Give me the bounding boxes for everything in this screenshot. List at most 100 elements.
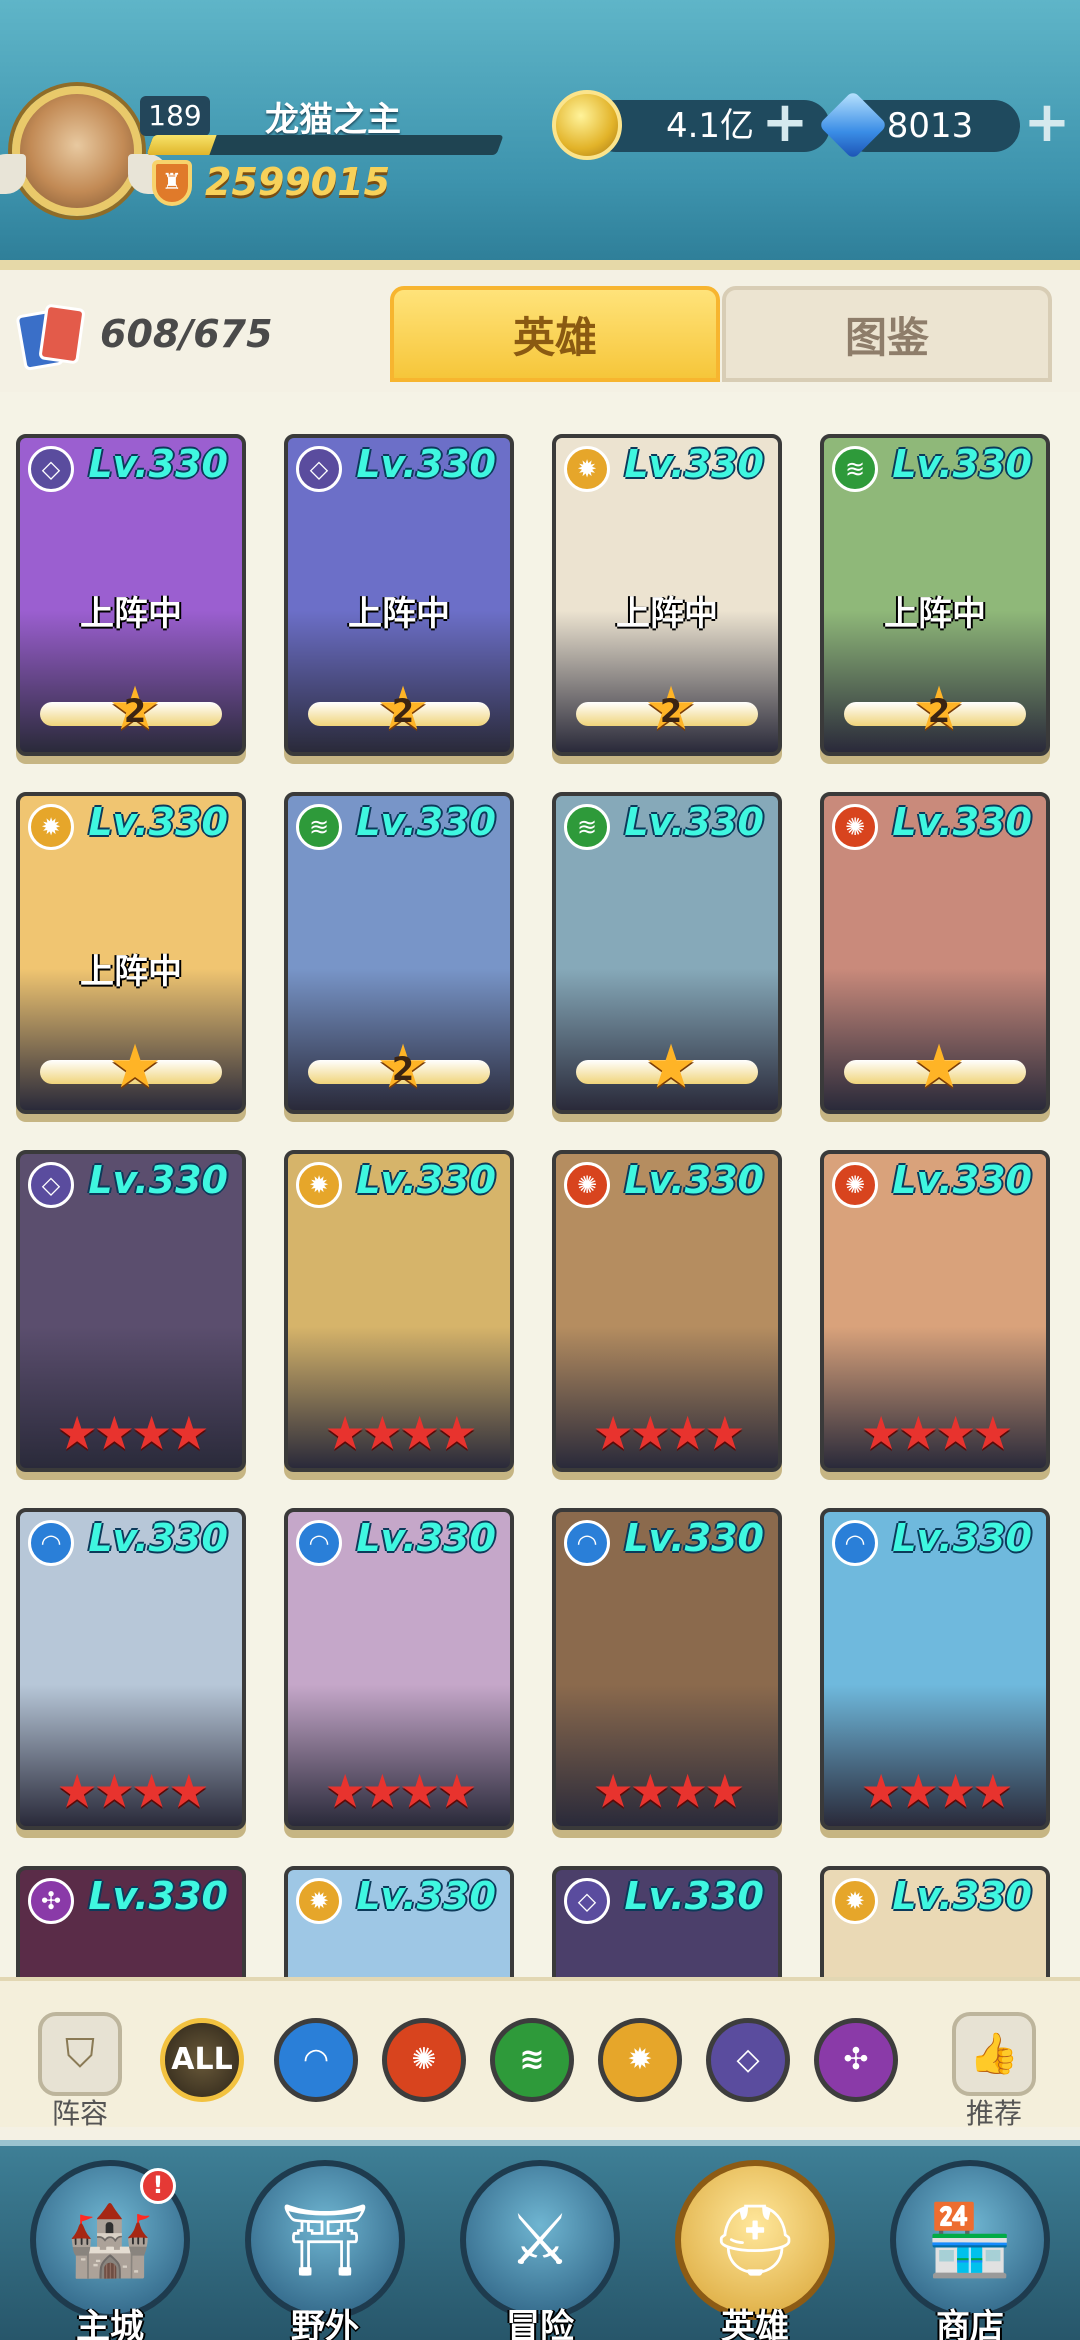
hero-level: Lv.330 (892, 1158, 1032, 1202)
star-rating: ★★★★ (56, 1764, 210, 1818)
star-rating: ★★★★ (324, 1406, 478, 1460)
hero-card[interactable]: ✺ Lv.330 ★★★★ (820, 1150, 1050, 1472)
element-icon: ✺ (832, 804, 878, 850)
hero-level: Lv.330 (892, 1516, 1032, 1560)
tab-codex[interactable]: 图鉴 (722, 286, 1052, 382)
nav-shop[interactable]: 🏪 商店 (890, 2160, 1050, 2340)
hero-level: Lv.330 (892, 1874, 1032, 1918)
nav-adventure[interactable]: ⚔ 冒险 (460, 2160, 620, 2340)
hero-card[interactable]: ✹ Lv.330 上阵中 ★ 2 (552, 434, 782, 756)
deployed-status: 上阵中 (80, 952, 182, 992)
filter-wind-button[interactable]: ≋ (490, 2018, 574, 2102)
player-avatar[interactable] (0, 86, 168, 216)
hero-card[interactable]: ◇ Lv.330 (552, 1866, 782, 1977)
hero-card[interactable]: ◇ Lv.330 ★★★★ (16, 1150, 246, 1472)
rank-number: 2 (927, 692, 951, 730)
element-icon: ◇ (28, 446, 74, 492)
rank-badge: ★ 2 (288, 1037, 510, 1098)
hero-card[interactable]: ◠ Lv.330 ★★★★ (16, 1508, 246, 1830)
rank-badge: ★ 2 (556, 679, 778, 740)
hero-level: Lv.330 (356, 1158, 496, 1202)
star-icon: ★ (912, 1032, 966, 1102)
element-icon: ◇ (296, 446, 342, 492)
deployed-status: 上阵中 (80, 594, 182, 634)
element-icon: ✹ (564, 446, 610, 492)
nav-main-city-label: 主城 (76, 2307, 144, 2340)
hero-card[interactable]: ✹ Lv.330 (284, 1866, 514, 1977)
hero-grid: ◇ Lv.330 上阵中 ★ 2 ◇ Lv.330 上阵中 ★ 2 ✹ Lv.330 上阵中 ★ 2 ≋ Lv.… (0, 392, 1080, 1977)
tab-heroes[interactable]: 英雄 (390, 286, 720, 382)
shop-icon: 🏪 (890, 2160, 1050, 2320)
power-shield-icon: ♜ (152, 160, 192, 206)
hero-card[interactable]: ✣ Lv.330 (16, 1866, 246, 1977)
element-icon: ✺ (832, 1162, 878, 1208)
filter-water-button[interactable]: ◠ (274, 2018, 358, 2102)
element-icon: ✹ (28, 804, 74, 850)
sword-icon: ⚔ (460, 2160, 620, 2320)
hero-level: Lv.330 (88, 442, 228, 486)
hero-card[interactable]: ◠ Lv.330 ★★★★ (552, 1508, 782, 1830)
alert-badge: ! (140, 2168, 176, 2204)
star-rating: ★★★★ (324, 1764, 478, 1818)
filter-void-button[interactable]: ✣ (814, 2018, 898, 2102)
hero-level: Lv.330 (624, 1158, 764, 1202)
element-icon: ≋ (832, 446, 878, 492)
hero-card[interactable]: ✹ Lv.330 ★★★★ (284, 1150, 514, 1472)
hero-card[interactable]: ✺ Lv.330 ★★★★ (552, 1150, 782, 1472)
element-icon: ◠ (296, 1520, 342, 1566)
player-name: 龙猫之主 (265, 100, 401, 140)
nav-heroes-label: 英雄 (721, 2307, 789, 2340)
hero-card[interactable]: ◇ Lv.330 上阵中 ★ 2 (284, 434, 514, 756)
rank-number: 2 (391, 692, 415, 730)
filter-dark-button[interactable]: ◇ (706, 2018, 790, 2102)
lineup-label: 阵容 (51, 2097, 108, 2130)
hero-card[interactable]: ✹ Lv.330 上阵中 ★ (16, 792, 246, 1114)
filter-fire-button[interactable]: ✺ (382, 2018, 466, 2102)
hero-level: Lv.330 (892, 800, 1032, 844)
nav-wild[interactable]: ⛩ 野外 (245, 2160, 405, 2340)
hero-level: Lv.330 (624, 1874, 764, 1918)
portal-icon: ⛩ (245, 2160, 405, 2320)
helmet-icon: ⛑ (675, 2160, 835, 2320)
hero-level: Lv.330 (892, 442, 1032, 486)
add-gem-button[interactable]: + (1020, 95, 1074, 152)
hero-level: Lv.330 (624, 442, 764, 486)
rank-badge: ★ (556, 1037, 778, 1098)
element-icon: ◠ (832, 1520, 878, 1566)
hero-level: Lv.330 (88, 1158, 228, 1202)
filter-light-button[interactable]: ✹ (598, 2018, 682, 2102)
element-icon: ✹ (832, 1878, 878, 1924)
lineup-button[interactable]: ⛉ 阵容 (30, 2012, 130, 2130)
recommend-button[interactable]: 👍 推荐 (944, 2012, 1044, 2130)
hero-level: Lv.330 (624, 800, 764, 844)
element-icon: ≋ (564, 804, 610, 850)
hero-card[interactable]: ◠ Lv.330 ★★★★ (820, 1508, 1050, 1830)
nav-shop-label: 商店 (936, 2307, 1004, 2340)
filter-all-button[interactable]: ALL (160, 2018, 244, 2102)
hero-card[interactable]: ≋ Lv.330 ★ (552, 792, 782, 1114)
hero-level: Lv.330 (624, 1516, 764, 1560)
gold-coin-icon (552, 90, 622, 160)
rank-number: 2 (391, 1050, 415, 1088)
deployed-status: 上阵中 (348, 594, 450, 634)
nav-heroes[interactable]: ⛑ 英雄 (675, 2160, 835, 2340)
hero-level: Lv.330 (356, 1516, 496, 1560)
hero-level: Lv.330 (356, 442, 496, 486)
star-icon: ★ (644, 1032, 698, 1102)
hero-card[interactable]: ✹ Lv.330 (820, 1866, 1050, 1977)
hero-card[interactable]: ≋ Lv.330 ★ 2 (284, 792, 514, 1114)
hero-level: Lv.330 (88, 1874, 228, 1918)
element-icon: ✹ (296, 1162, 342, 1208)
rank-badge: ★ (824, 1037, 1046, 1098)
xp-bar (146, 135, 504, 155)
recommend-label: 推荐 (965, 2097, 1022, 2130)
hero-card[interactable]: ✺ Lv.330 ★ (820, 792, 1050, 1114)
hero-card[interactable]: ≋ Lv.330 上阵中 ★ 2 (820, 434, 1050, 756)
hero-card[interactable]: ◇ Lv.330 上阵中 ★ 2 (16, 434, 246, 756)
element-icon: ◇ (28, 1162, 74, 1208)
star-rating: ★★★★ (56, 1406, 210, 1460)
hero-card[interactable]: ◠ Lv.330 ★★★★ (284, 1508, 514, 1830)
rank-number: 2 (659, 692, 683, 730)
element-icon: ✺ (564, 1162, 610, 1208)
add-gold-button[interactable]: + (758, 95, 812, 152)
